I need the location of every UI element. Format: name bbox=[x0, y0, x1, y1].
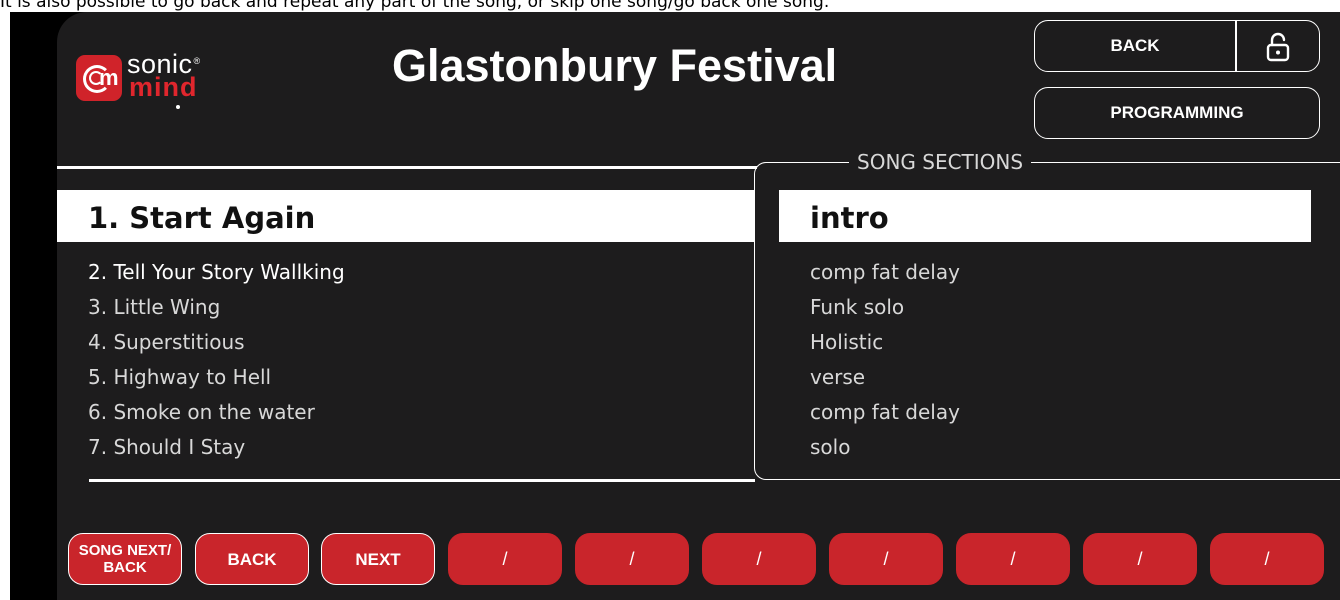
section-next-button[interactable]: NEXT bbox=[321, 533, 435, 585]
section-back-button[interactable]: BACK bbox=[195, 533, 309, 585]
button-divider bbox=[1235, 21, 1237, 71]
sonicmind-logo-icon: m bbox=[76, 55, 122, 101]
footswitch-slot-button[interactable]: / bbox=[702, 533, 816, 585]
song-item[interactable]: 7. Should I Stay bbox=[88, 435, 245, 459]
setlist-top-divider bbox=[57, 166, 757, 169]
song-sections-legend: SONG SECTIONS bbox=[849, 150, 1032, 174]
unlocked-padlock-icon[interactable] bbox=[1263, 32, 1293, 62]
back-button-label: BACK bbox=[1110, 36, 1160, 55]
app-screen: m sonic® mind Glastonbury Festival BACK … bbox=[57, 12, 1340, 600]
section-item[interactable]: Holistic bbox=[810, 330, 883, 354]
song-item[interactable]: 3. Little Wing bbox=[88, 295, 220, 319]
section-item[interactable]: solo bbox=[810, 435, 850, 459]
footswitch-slot-button[interactable]: / bbox=[575, 533, 689, 585]
song-item[interactable]: 5. Highway to Hell bbox=[88, 365, 271, 389]
footswitch-slot-button[interactable]: / bbox=[956, 533, 1070, 585]
current-section[interactable]: intro bbox=[779, 190, 1311, 242]
device-frame: m sonic® mind Glastonbury Festival BACK … bbox=[10, 12, 1340, 600]
section-item[interactable]: comp fat delay bbox=[810, 400, 960, 424]
section-item[interactable]: verse bbox=[810, 365, 865, 389]
song-item[interactable]: 2. Tell Your Story Wallking bbox=[88, 260, 345, 284]
song-item[interactable]: 6. Smoke on the water bbox=[88, 400, 315, 424]
section-item[interactable]: Funk solo bbox=[810, 295, 904, 319]
page-title: Glastonbury Festival bbox=[392, 40, 838, 91]
song-next-back-button[interactable]: SONG NEXT/ BACK bbox=[68, 533, 182, 585]
programming-button[interactable]: PROGRAMMING bbox=[1034, 87, 1320, 139]
footswitch-slot-button[interactable]: / bbox=[1210, 533, 1324, 585]
section-item[interactable]: comp fat delay bbox=[810, 260, 960, 284]
back-button[interactable]: BACK bbox=[1034, 20, 1320, 72]
footswitch-slot-button[interactable]: / bbox=[829, 533, 943, 585]
song-item[interactable]: 4. Superstitious bbox=[88, 330, 245, 354]
current-song[interactable]: 1. Start Again bbox=[57, 190, 754, 242]
setlist-bottom-divider bbox=[89, 479, 755, 482]
footswitch-slot-button[interactable]: / bbox=[448, 533, 562, 585]
logo-dot bbox=[176, 105, 180, 109]
footswitch-slot-button[interactable]: / bbox=[1083, 533, 1197, 585]
document-caption: It is also possible to go back and repea… bbox=[0, 0, 830, 12]
logo-word-mind: mind bbox=[129, 72, 198, 102]
